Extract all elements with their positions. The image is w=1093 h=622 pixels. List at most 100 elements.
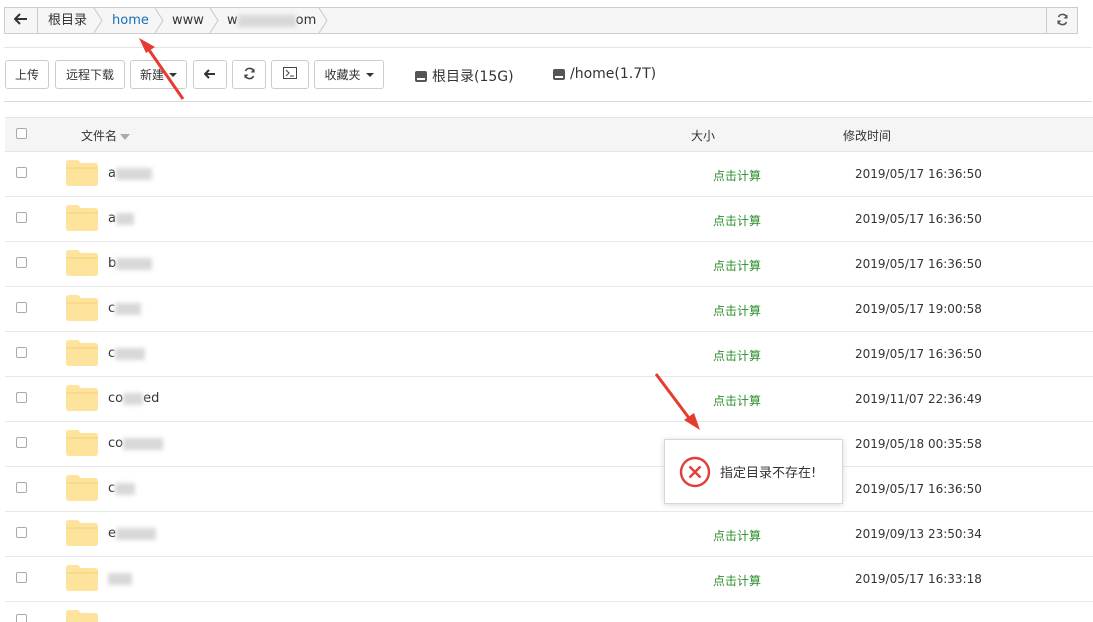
folder-icon [66, 205, 98, 231]
folder-icon [66, 250, 98, 276]
calc-size-link[interactable]: 点击计算 [713, 302, 761, 319]
file-name[interactable]: co [108, 436, 164, 451]
favorites-dropdown-button[interactable]: 收藏夹 [314, 60, 384, 89]
calc-size-link[interactable]: 点击计算 [713, 527, 761, 544]
row-checkbox[interactable] [16, 527, 27, 538]
breadcrumb-site[interactable]: w om [227, 8, 316, 33]
row-checkbox[interactable] [16, 392, 27, 403]
redacted-text [115, 212, 134, 225]
folder-icon [66, 610, 98, 622]
remote-download-button[interactable]: 远程下载 [55, 60, 125, 89]
redacted-text [115, 347, 146, 360]
arrow-left-icon [203, 68, 216, 82]
table-row[interactable]: 点击计算 2019/05/17 16:33:18 [5, 557, 1093, 602]
redacted-text [108, 572, 132, 585]
breadcrumb-site-suffix: om [295, 13, 317, 28]
terminal-icon [283, 67, 297, 82]
table-row-partial[interactable] [5, 602, 1093, 622]
file-name[interactable]: c [108, 346, 146, 361]
file-name-visible: co [108, 391, 124, 406]
row-checkbox[interactable] [16, 437, 27, 448]
table-row[interactable]: a 点击计算 2019/05/17 16:36:50 [5, 152, 1093, 197]
file-name[interactable]: a [108, 166, 152, 181]
table-row[interactable]: c 点击计算 2019/05/17 19:00:58 [5, 287, 1093, 332]
folder-icon [66, 565, 98, 591]
file-name[interactable]: a [108, 211, 134, 226]
redacted-text [123, 437, 164, 450]
folder-icon [66, 160, 98, 186]
breadcrumb-separator [154, 8, 164, 33]
table-row[interactable]: co 2019/05/18 00:35:58 [5, 422, 1093, 467]
new-dropdown-button[interactable]: 新建 [130, 60, 187, 89]
table-row[interactable]: a 点击计算 2019/05/17 16:36:50 [5, 197, 1093, 242]
favorites-label: 收藏夹 [324, 68, 361, 82]
file-name-visible: c [108, 481, 116, 496]
refresh-button[interactable] [232, 60, 266, 89]
row-checkbox[interactable] [16, 347, 27, 358]
row-checkbox[interactable] [16, 167, 27, 178]
back-button[interactable] [193, 60, 227, 89]
table-row[interactable]: c 2019/05/17 16:36:50 [5, 467, 1093, 512]
modified-time: 2019/09/13 23:50:34 [855, 527, 982, 541]
calc-size-link[interactable]: 点击计算 [713, 167, 761, 184]
disk-root[interactable]: 根目录(15G) [415, 66, 514, 86]
breadcrumb-home[interactable]: home [112, 8, 149, 33]
select-all-checkbox[interactable] [16, 128, 27, 139]
row-checkbox[interactable] [16, 614, 27, 622]
redacted-text [115, 302, 142, 315]
table-header: 文件名 大小 修改时间 [5, 117, 1093, 152]
file-name[interactable]: c [108, 481, 136, 496]
redacted-text [116, 527, 156, 540]
row-checkbox[interactable] [16, 572, 27, 583]
modified-time: 2019/11/07 22:36:49 [855, 392, 982, 406]
table-row[interactable]: e 点击计算 2019/09/13 23:50:34 [5, 512, 1093, 557]
breadcrumb: 根目录 home www w om [4, 7, 1078, 34]
refresh-icon [243, 67, 256, 83]
calc-size-link[interactable]: 点击计算 [713, 257, 761, 274]
row-checkbox[interactable] [16, 212, 27, 223]
folder-icon [66, 340, 98, 366]
modified-time: 2019/05/17 16:36:50 [855, 482, 982, 496]
calc-size-link[interactable]: 点击计算 [713, 212, 761, 229]
breadcrumb-www[interactable]: www [172, 8, 204, 33]
column-mtime[interactable]: 修改时间 [843, 127, 891, 144]
calc-size-link[interactable]: 点击计算 [713, 572, 761, 589]
row-checkbox[interactable] [16, 482, 27, 493]
table-row[interactable]: co ed 点击计算 2019/11/07 22:36:49 [5, 377, 1093, 422]
file-name[interactable]: b [108, 256, 153, 271]
hdd-icon [415, 70, 427, 82]
file-name[interactable]: c [108, 301, 142, 316]
row-checkbox[interactable] [16, 302, 27, 313]
file-name[interactable]: e [108, 526, 156, 541]
refresh-button[interactable] [1046, 8, 1077, 33]
table-body: a 点击计算 2019/05/17 16:36:50 a 点击计算 2019/05/17 … [5, 152, 1093, 602]
breadcrumb-separator [209, 8, 219, 33]
file-name-visible: b [108, 256, 117, 271]
breadcrumb-root[interactable]: 根目录 [48, 8, 87, 33]
disk-home[interactable]: /home(1.7T) [553, 66, 656, 82]
row-checkbox[interactable] [16, 257, 27, 268]
modified-time: 2019/05/17 16:36:50 [855, 167, 982, 181]
folder-icon [66, 385, 98, 411]
breadcrumb-separator [318, 8, 328, 33]
upload-button[interactable]: 上传 [5, 60, 49, 89]
disk-root-label: 根目录(15G) [432, 69, 514, 85]
file-name[interactable] [108, 571, 132, 586]
calc-size-link[interactable]: 点击计算 [713, 392, 761, 409]
modified-time: 2019/05/17 19:00:58 [855, 302, 982, 316]
table-row[interactable]: c 点击计算 2019/05/17 16:36:50 [5, 332, 1093, 377]
column-size[interactable]: 大小 [691, 127, 715, 144]
back-button[interactable] [5, 8, 38, 33]
caret-down-icon [365, 72, 374, 77]
file-name[interactable]: co ed [108, 391, 159, 406]
calc-size-link[interactable]: 点击计算 [713, 347, 761, 364]
file-name-suffix: ed [143, 391, 160, 406]
file-table: 文件名 大小 修改时间 a 点击计算 2019/05/17 16:36:50 a 点击计… [5, 117, 1093, 602]
modified-time: 2019/05/17 16:33:18 [855, 572, 982, 586]
terminal-button[interactable] [271, 60, 309, 89]
folder-icon [66, 295, 98, 321]
breadcrumb-site-prefix: w [227, 13, 238, 28]
column-name[interactable]: 文件名 [81, 127, 131, 144]
modified-time: 2019/05/17 16:36:50 [855, 347, 982, 361]
table-row[interactable]: b 点击计算 2019/05/17 16:36:50 [5, 242, 1093, 287]
